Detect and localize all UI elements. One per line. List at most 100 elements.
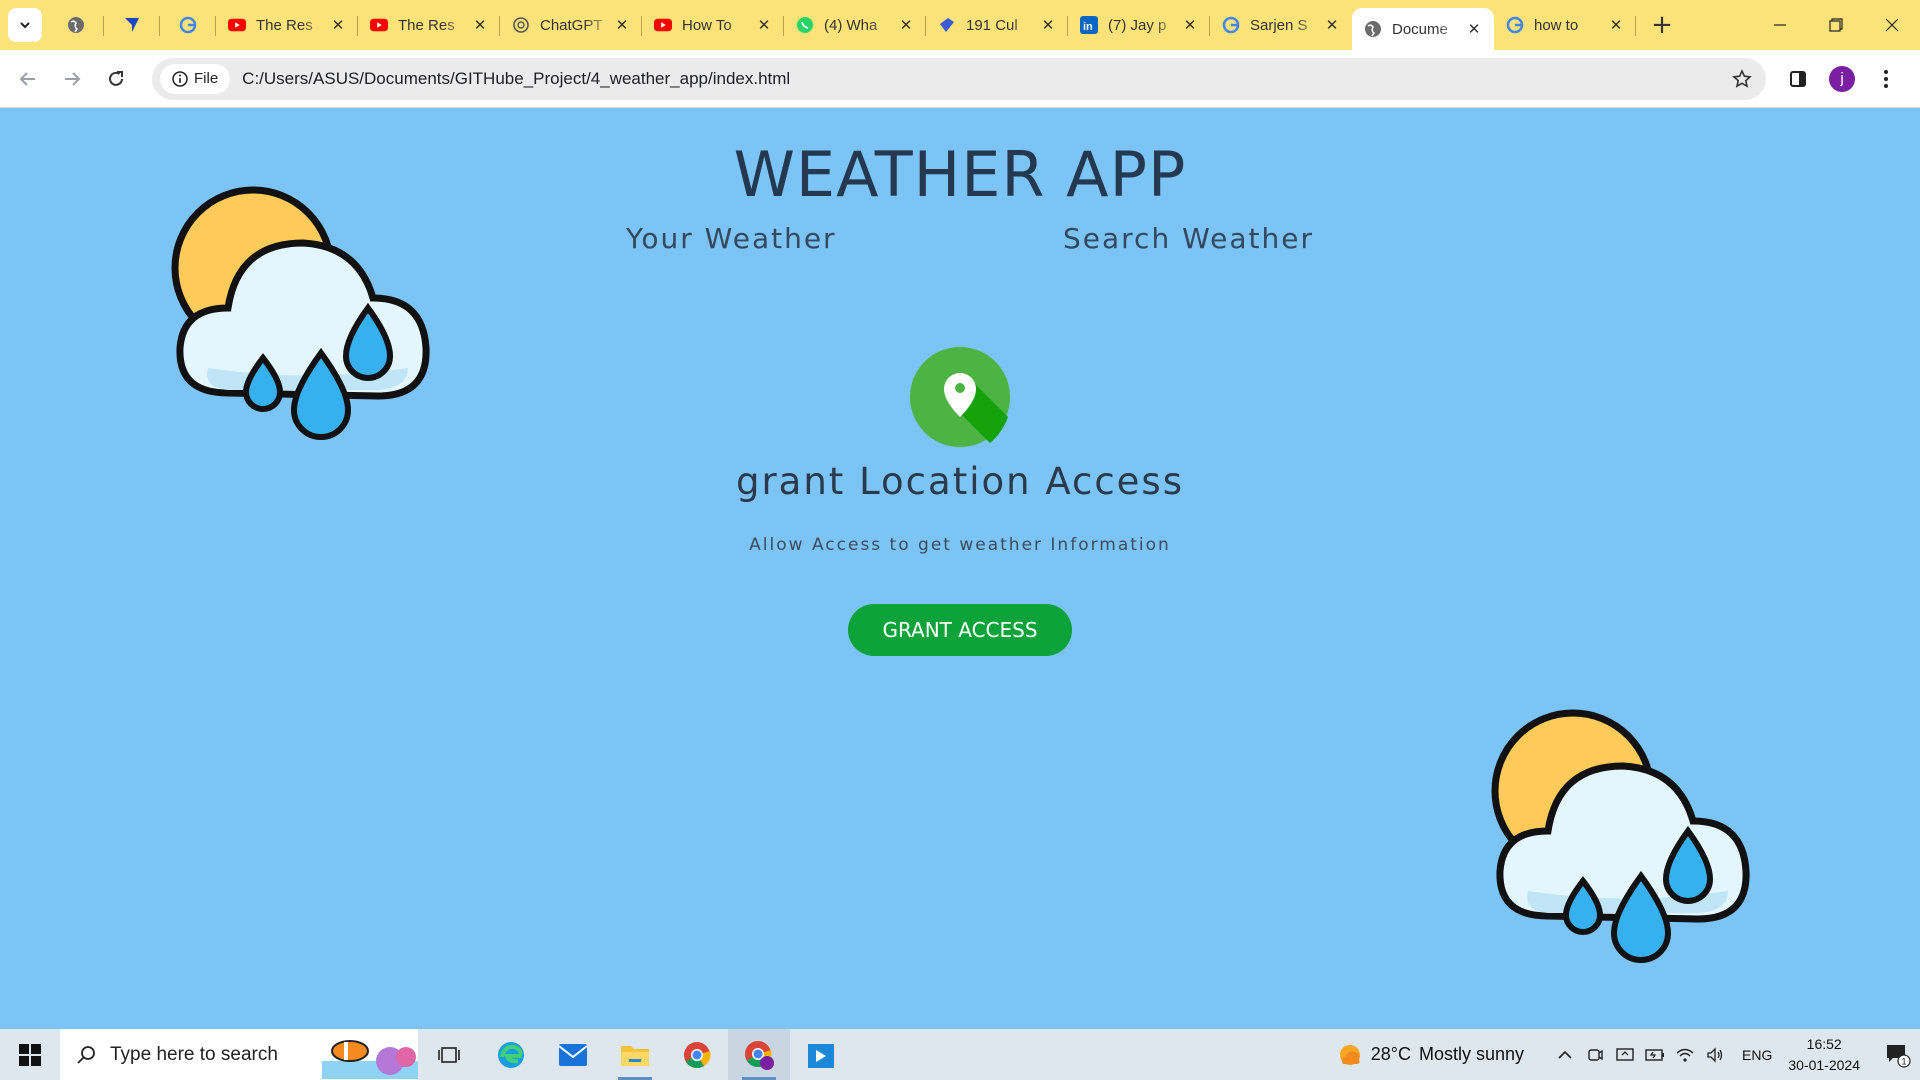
chatgpt-icon <box>512 16 530 34</box>
tab-pinned-globe[interactable] <box>48 0 104 50</box>
wifi-icon <box>1676 1048 1694 1062</box>
side-panel-button[interactable] <box>1776 57 1820 101</box>
tab-191-cul[interactable]: 191 Cul ✕ <box>926 0 1068 50</box>
tab-title: The Res <box>256 16 313 34</box>
tab-google-howto[interactable]: how to ✕ <box>1494 0 1636 50</box>
grant-location-title: grant Location Access <box>735 460 1184 503</box>
taskbar-chrome[interactable] <box>666 1029 728 1080</box>
task-view-button[interactable] <box>418 1029 480 1080</box>
edge-icon <box>498 1041 524 1068</box>
reload-button[interactable] <box>94 57 138 101</box>
tab-search-button[interactable] <box>8 8 42 42</box>
notification-count: 1 <box>1902 1056 1907 1066</box>
weather-condition: Mostly sunny <box>1418 1044 1525 1064</box>
tab-your-weather[interactable]: Your Weather <box>626 222 837 255</box>
restore-button[interactable] <box>1808 0 1864 50</box>
tray-volume[interactable] <box>1700 1046 1730 1063</box>
tray-wifi[interactable] <box>1670 1047 1700 1063</box>
taskbar-chrome-profile[interactable] <box>728 1029 790 1080</box>
tray-battery[interactable] <box>1640 1048 1670 1061</box>
taskbar-file-explorer[interactable] <box>604 1029 666 1080</box>
tab-pinned-google[interactable] <box>160 0 216 50</box>
taskbar-vscode[interactable] <box>790 1029 852 1080</box>
tab-title: how to <box>1534 16 1579 34</box>
taskbar-mail[interactable] <box>542 1029 604 1080</box>
tab-google-sarjen[interactable]: Sarjen S ✕ <box>1210 0 1352 50</box>
address-bar[interactable]: File C:/Users/ASUS/Documents/GITHube_Pro… <box>152 57 1766 100</box>
tab-close-icon[interactable]: ✕ <box>898 17 914 34</box>
tab-close-icon[interactable]: ✕ <box>756 17 772 34</box>
tab-linkedin[interactable]: in (7) Jay p ✕ <box>1068 0 1210 50</box>
tab-title: Docume <box>1392 20 1448 38</box>
minimize-button[interactable] <box>1752 0 1808 50</box>
task-view-icon <box>438 1046 460 1063</box>
tab-youtube-2[interactable]: The Res ✕ <box>358 0 500 50</box>
clock-date: 30-01-2024 <box>1788 1056 1860 1073</box>
tab-close-icon[interactable]: ✕ <box>614 17 630 34</box>
weather-widget[interactable]: 28°C Mostly sunny <box>1337 1042 1524 1068</box>
notification-icon: 1 <box>1887 1044 1911 1068</box>
side-panel-icon <box>1790 70 1806 87</box>
kebab-menu-icon <box>1884 69 1888 88</box>
tab-chatgpt[interactable]: ChatGPT ✕ <box>500 0 642 50</box>
youtube-icon <box>228 16 246 34</box>
system-tray: 28°C Mostly sunny ENG 16:52 30-01-2024 1 <box>1337 1029 1920 1080</box>
tab-close-icon[interactable]: ✕ <box>1324 17 1340 34</box>
new-tab-button[interactable]: + <box>1644 7 1680 43</box>
tab-youtube-3[interactable]: How To ✕ <box>642 0 784 50</box>
whatsapp-icon <box>796 16 814 34</box>
tab-title: How To <box>682 16 732 34</box>
forward-button[interactable] <box>50 57 94 101</box>
tab-title: Sarjen S <box>1250 16 1308 34</box>
taskbar-clock[interactable]: 16:52 30-01-2024 <box>1788 1034 1860 1076</box>
taskbar-search-box[interactable]: Type here to search <box>60 1029 418 1080</box>
tab-whatsapp[interactable]: (4) Wha ✕ <box>784 0 926 50</box>
taskbar-edge[interactable] <box>480 1029 542 1080</box>
close-icon <box>1885 18 1899 32</box>
tab-active-document[interactable]: Docume ✕ <box>1352 8 1494 50</box>
page-title: WEATHER APP <box>733 138 1187 211</box>
tab-title: The Res <box>398 16 455 34</box>
tab-title: (4) Wha <box>824 16 878 34</box>
bookmark-star-icon[interactable] <box>1732 68 1752 89</box>
search-highlight-illustration-icon <box>322 1040 418 1079</box>
menu-button[interactable] <box>1864 57 1908 101</box>
scheme-label: File <box>194 70 219 87</box>
tab-close-icon[interactable]: ✕ <box>330 17 346 34</box>
url-text[interactable]: C:/Users/ASUS/Documents/GITHube_Project/… <box>242 69 790 89</box>
show-hidden-icons-button[interactable] <box>1550 1050 1580 1060</box>
app-logo-icon <box>938 16 956 34</box>
rain-cloud-sun-illustration <box>1491 709 1750 963</box>
arrow-logo-icon <box>123 16 141 34</box>
location-pin-icon <box>910 347 1010 447</box>
tab-pinned-arrow[interactable] <box>104 0 160 50</box>
tab-search-weather[interactable]: Search Weather <box>1063 222 1314 255</box>
restore-icon <box>1829 18 1843 32</box>
battery-icon <box>1645 1048 1665 1061</box>
youtube-icon <box>370 16 388 34</box>
start-button[interactable] <box>0 1029 60 1080</box>
profile-button[interactable]: j <box>1820 57 1864 101</box>
notification-center-button[interactable]: 1 <box>1876 1042 1920 1068</box>
back-arrow-icon <box>19 71 35 86</box>
tab-youtube-1[interactable]: The Res ✕ <box>216 0 358 50</box>
tab-close-icon[interactable]: ✕ <box>1608 17 1624 34</box>
clock-time: 16:52 <box>1806 1035 1842 1052</box>
tray-meet-now[interactable] <box>1580 1047 1610 1063</box>
minimize-icon <box>1774 24 1786 26</box>
tab-title: (7) Jay p <box>1108 16 1167 34</box>
input-language[interactable]: ENG <box>1742 1047 1772 1063</box>
tab-close-icon[interactable]: ✕ <box>1182 17 1198 34</box>
tray-display[interactable] <box>1610 1047 1640 1063</box>
grant-access-button[interactable]: GRANT ACCESS <box>848 604 1072 656</box>
weather-temperature: 28°C <box>1370 1044 1411 1064</box>
search-placeholder: Type here to search <box>110 1043 278 1065</box>
close-window-button[interactable] <box>1864 0 1920 50</box>
tab-close-icon[interactable]: ✕ <box>1040 17 1056 34</box>
folder-icon <box>621 1045 649 1066</box>
tab-close-icon[interactable]: ✕ <box>1466 21 1482 38</box>
back-button[interactable] <box>6 57 50 101</box>
site-info-chip[interactable]: File <box>160 63 231 94</box>
avatar: j <box>1829 65 1855 92</box>
tab-close-icon[interactable]: ✕ <box>472 17 488 34</box>
